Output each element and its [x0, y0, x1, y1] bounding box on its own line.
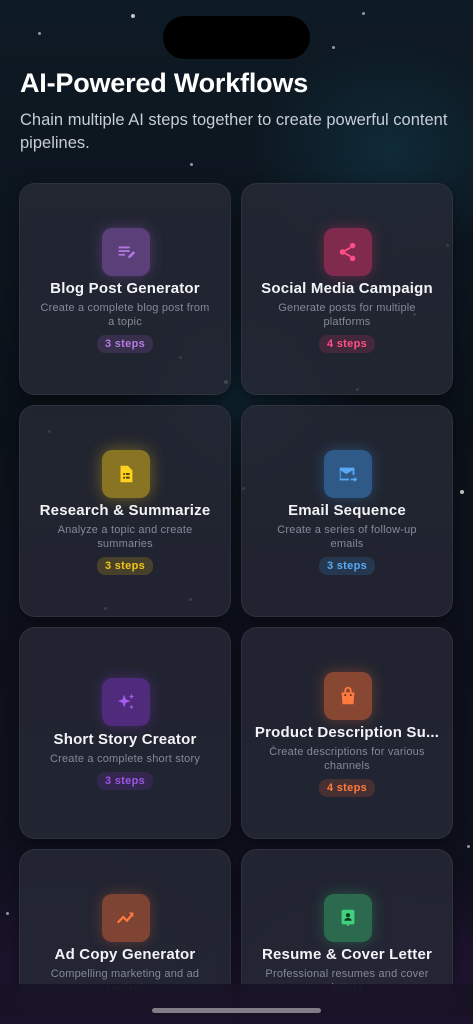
workflow-name: Ad Copy Generator	[54, 946, 196, 963]
workflow-name: Blog Post Generator	[50, 280, 200, 297]
document-icon	[102, 450, 150, 498]
workflow-description: Analyze a topic and create summaries	[57, 524, 193, 550]
workflow-description: Create a complete blog post from a topic	[40, 302, 210, 328]
device-notch	[163, 16, 310, 59]
share-icon	[324, 228, 372, 276]
home-indicator[interactable]	[152, 1008, 321, 1013]
steps-badge: 3 steps	[318, 557, 376, 575]
workflow-card-blog-post-generator[interactable]: Blog Post Generator Create a complete bl…	[19, 183, 231, 395]
workflow-name: Short Story Creator	[53, 731, 197, 748]
steps-badge: 3 steps	[96, 557, 154, 575]
page-title: AI-Powered Workflows	[20, 68, 309, 98]
workflow-grid: Blog Post Generator Create a complete bl…	[19, 183, 455, 1024]
id-badge-icon	[324, 894, 372, 942]
trending-up-icon	[102, 894, 150, 942]
workflow-description: Create descriptions for various channels	[269, 746, 425, 772]
sparkles-icon	[102, 678, 150, 726]
steps-badge: 3 steps	[96, 335, 154, 353]
workflow-description: Create a series of follow-up emails	[277, 524, 417, 550]
steps-badge: 4 steps	[318, 779, 376, 797]
workflow-card-social-media-campaign[interactable]: Social Media Campaign Generate posts for…	[241, 183, 453, 395]
workflow-name: Email Sequence	[288, 502, 406, 519]
edit-note-icon	[102, 228, 150, 276]
workflow-card-short-story-creator[interactable]: Short Story Creator Create a complete sh…	[19, 627, 231, 839]
workflow-description: Generate posts for multiple platforms	[278, 302, 416, 328]
workflow-card-email-sequence[interactable]: Email Sequence Create a series of follow…	[241, 405, 453, 617]
steps-badge: 4 steps	[318, 335, 376, 353]
workflow-name: Resume & Cover Letter	[261, 946, 433, 963]
screen: AI-Powered Workflows Chain multiple AI s…	[0, 0, 473, 1024]
forward-email-icon	[324, 450, 372, 498]
shopping-bag-icon	[324, 672, 372, 720]
bottom-bar	[0, 984, 473, 1024]
workflow-description: Create a complete short story	[49, 753, 201, 765]
page-subtitle: Chain multiple AI steps together to crea…	[20, 111, 448, 152]
steps-badge: 3 steps	[96, 772, 154, 790]
workflow-name: Research & Summarize	[39, 502, 211, 519]
workflow-card-product-description[interactable]: Product Description Su... Create descrip…	[241, 627, 453, 839]
workflow-card-research-summarize[interactable]: Research & Summarize Analyze a topic and…	[19, 405, 231, 617]
workflow-name: Product Description Su...	[254, 724, 440, 741]
workflow-name: Social Media Campaign	[261, 280, 433, 297]
